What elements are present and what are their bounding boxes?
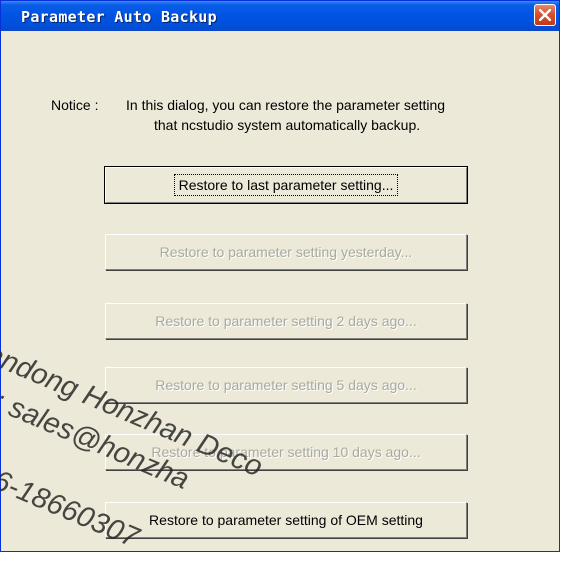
restore-5-days-ago-label: Restore to parameter setting 5 days ago.… bbox=[155, 377, 417, 393]
restore-last-setting-button[interactable]: Restore to last parameter setting... bbox=[104, 166, 468, 204]
restore-10-days-ago-button[interactable]: Restore to parameter setting 10 days ago… bbox=[105, 434, 467, 470]
restore-2-days-ago-label: Restore to parameter setting 2 days ago.… bbox=[155, 313, 417, 329]
close-button[interactable] bbox=[534, 4, 556, 26]
notice-label: Notice : bbox=[51, 97, 99, 113]
restore-5-days-ago-button[interactable]: Restore to parameter setting 5 days ago.… bbox=[105, 367, 467, 403]
restore-yesterday-button[interactable]: Restore to parameter setting yesterday..… bbox=[105, 234, 467, 270]
window-title: Parameter Auto Backup bbox=[21, 8, 217, 26]
restore-10-days-ago-label: Restore to parameter setting 10 days ago… bbox=[151, 444, 421, 460]
restore-yesterday-label: Restore to parameter setting yesterday..… bbox=[159, 244, 413, 260]
notice-text-line2: that ncstudio system automatically backu… bbox=[154, 117, 421, 133]
restore-oem-setting-button[interactable]: Restore to parameter setting of OEM sett… bbox=[105, 502, 467, 538]
restore-last-setting-label: Restore to last parameter setting... bbox=[173, 174, 399, 196]
title-bar[interactable]: Parameter Auto Backup bbox=[1, 1, 559, 31]
close-x-icon bbox=[539, 9, 551, 21]
restore-oem-setting-label: Restore to parameter setting of OEM sett… bbox=[149, 512, 423, 528]
restore-2-days-ago-button[interactable]: Restore to parameter setting 2 days ago.… bbox=[105, 303, 467, 339]
parameter-auto-backup-dialog: Parameter Auto Backup Notice : In this d… bbox=[0, 0, 560, 552]
notice-text-line1: In this dialog, you can restore the para… bbox=[126, 97, 446, 113]
